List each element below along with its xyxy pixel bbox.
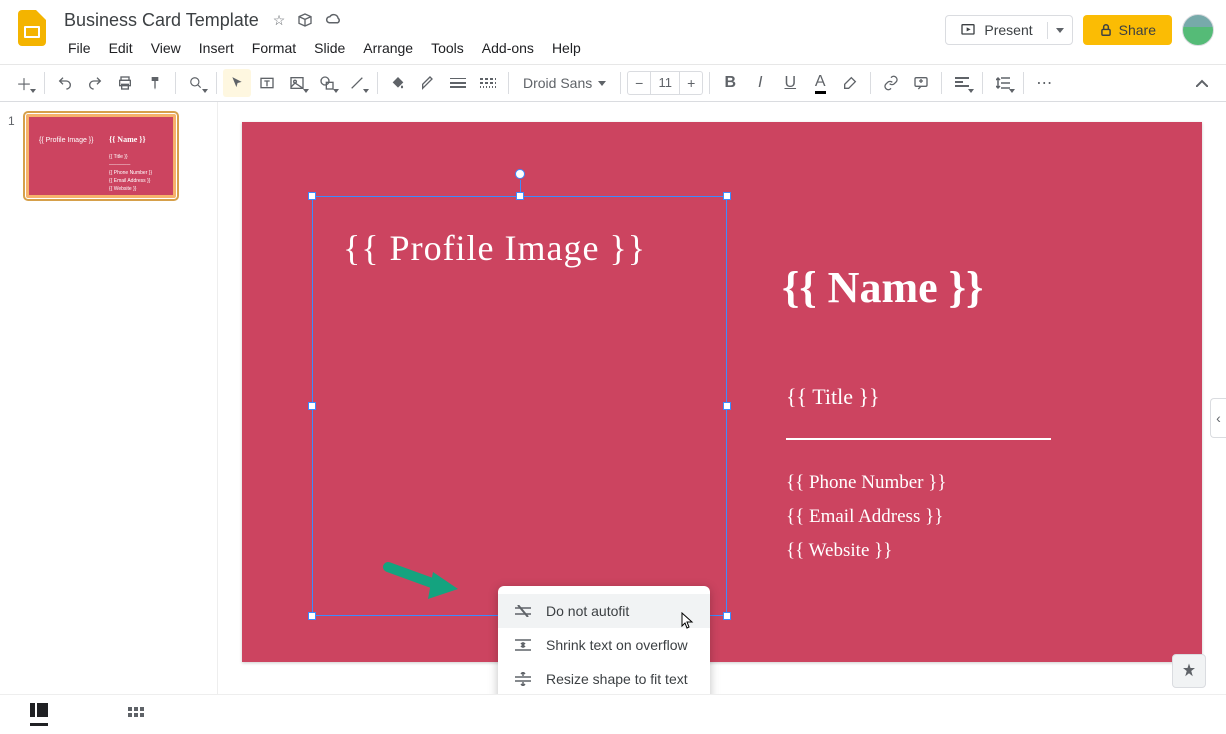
canvas[interactable]: {{ Profile Image }} {{ Name }} {{ Title … [218, 102, 1226, 694]
border-color-button[interactable] [414, 69, 442, 97]
border-dash-button[interactable] [474, 69, 502, 97]
align-button[interactable] [948, 69, 976, 97]
slides-app-icon[interactable] [12, 8, 52, 48]
menu-edit[interactable]: Edit [101, 36, 141, 60]
rotate-handle[interactable] [515, 169, 525, 179]
present-label: Present [984, 22, 1032, 38]
menu-help[interactable]: Help [544, 36, 589, 60]
resize-handle-mt[interactable] [516, 192, 524, 200]
star-icon[interactable]: ☆ [273, 12, 286, 29]
collapse-toolbar-button[interactable] [1188, 69, 1216, 97]
resize-handle-tr[interactable] [723, 192, 731, 200]
resize-handle-tl[interactable] [308, 192, 316, 200]
more-button[interactable]: ⋯ [1030, 69, 1058, 97]
font-size-value[interactable]: 11 [650, 72, 680, 94]
present-button[interactable]: Present [946, 16, 1046, 44]
autofit-option-shrink[interactable]: Shrink text on overflow [498, 628, 710, 662]
share-label: Share [1119, 22, 1156, 38]
menu-addons[interactable]: Add-ons [474, 36, 542, 60]
line-button[interactable] [343, 69, 371, 97]
highlight-button[interactable] [836, 69, 864, 97]
grid-view-button[interactable] [128, 707, 144, 723]
border-weight-button[interactable] [444, 69, 472, 97]
resize-handle-mr[interactable] [723, 402, 731, 410]
profile-image-placeholder[interactable]: {{ Profile Image }} [313, 197, 726, 269]
phone-placeholder[interactable]: {{ Phone Number }} [786, 472, 947, 494]
shape-button[interactable] [313, 69, 341, 97]
divider-line [786, 438, 1051, 440]
autofit-option-resize[interactable]: Resize shape to fit text [498, 662, 710, 694]
select-tool[interactable] [223, 69, 251, 97]
line-spacing-button[interactable] [989, 69, 1017, 97]
selected-textbox[interactable]: {{ Profile Image }} [312, 196, 727, 616]
image-button[interactable] [283, 69, 311, 97]
present-dropdown[interactable] [1047, 22, 1072, 39]
fill-color-button[interactable] [384, 69, 412, 97]
no-autofit-icon [514, 605, 532, 617]
move-icon[interactable] [297, 12, 313, 29]
resize-handle-br[interactable] [723, 612, 731, 620]
resize-shape-icon [514, 672, 532, 686]
slide-thumbnail-panel: 1 {{ Profile Image }} {{ Name }} {{ Titl… [0, 102, 218, 694]
document-title[interactable]: Business Card Template [60, 8, 263, 33]
name-placeholder[interactable]: {{ Name }} [782, 262, 983, 313]
autofit-option-shrink-label: Shrink text on overflow [546, 637, 688, 653]
underline-button[interactable]: U [776, 69, 804, 97]
link-button[interactable] [877, 69, 905, 97]
shrink-text-icon [514, 638, 532, 652]
font-size-control: − 11 + [627, 71, 703, 95]
new-slide-button[interactable]: ＋ [10, 69, 38, 97]
bottom-bar [0, 694, 1226, 734]
title-placeholder[interactable]: {{ Title }} [786, 384, 880, 410]
autofit-option-none-label: Do not autofit [546, 603, 629, 619]
account-avatar[interactable] [1182, 14, 1214, 46]
slide-number: 1 [8, 114, 20, 198]
menu-slide[interactable]: Slide [306, 36, 353, 60]
explore-button[interactable] [1172, 654, 1206, 688]
menu-bar: File Edit View Insert Format Slide Arran… [60, 36, 945, 60]
resize-handle-ml[interactable] [308, 402, 316, 410]
redo-button[interactable] [81, 69, 109, 97]
menu-tools[interactable]: Tools [423, 36, 472, 60]
font-family-value: Droid Sans [523, 75, 592, 91]
comment-button[interactable] [907, 69, 935, 97]
autofit-menu: Do not autofit Shrink text on overflow R… [498, 586, 710, 694]
font-family-select[interactable]: Droid Sans [515, 70, 614, 96]
slide-thumbnail-1[interactable]: {{ Profile Image }} {{ Name }} {{ Title … [26, 114, 176, 198]
text-color-button[interactable]: A [806, 69, 834, 97]
font-size-decrease[interactable]: − [628, 75, 650, 91]
resize-handle-bl[interactable] [308, 612, 316, 620]
cursor-icon [679, 612, 695, 630]
annotation-arrow-icon [383, 557, 463, 607]
textbox-button[interactable] [253, 69, 281, 97]
bold-button[interactable]: B [716, 69, 744, 97]
print-button[interactable] [111, 69, 139, 97]
paint-format-button[interactable] [141, 69, 169, 97]
menu-arrange[interactable]: Arrange [355, 36, 421, 60]
website-placeholder[interactable]: {{ Website }} [786, 540, 892, 562]
side-panel-toggle[interactable]: ‹ [1210, 398, 1226, 438]
italic-button[interactable]: I [746, 69, 774, 97]
toolbar: ＋ Droid Sans − 11 + B I U A ⋯ [0, 64, 1226, 102]
font-size-increase[interactable]: + [680, 75, 702, 91]
share-button[interactable]: Share [1083, 15, 1172, 45]
undo-button[interactable] [51, 69, 79, 97]
autofit-option-resize-label: Resize shape to fit text [546, 671, 688, 687]
filmstrip-view-button[interactable] [30, 703, 48, 726]
email-placeholder[interactable]: {{ Email Address }} [786, 506, 943, 528]
menu-view[interactable]: View [143, 36, 189, 60]
cloud-status-icon[interactable] [325, 12, 343, 29]
menu-file[interactable]: File [60, 36, 99, 60]
menu-insert[interactable]: Insert [191, 36, 242, 60]
zoom-button[interactable] [182, 69, 210, 97]
menu-format[interactable]: Format [244, 36, 304, 60]
